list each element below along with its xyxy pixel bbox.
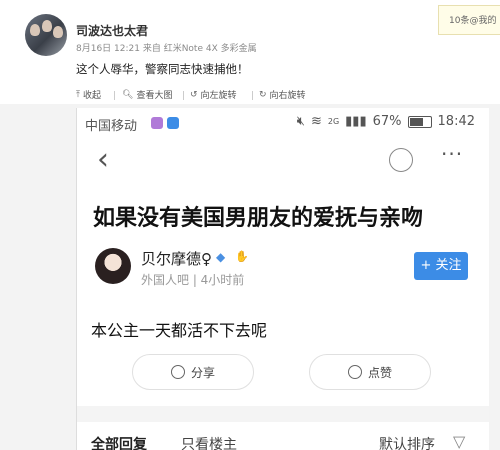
attached-screenshot[interactable]: 中国移动 🔇︎ ≋ 2G ▮▮▮ 67% 18:42 ‹ ··· 如果没有美国男… — [76, 108, 489, 450]
signal-icon: ▮▮▮ — [345, 114, 367, 129]
post-text: 这个人辱华，警察同志快速捕他！ — [76, 62, 249, 76]
mute-icon: 🔇︎ — [296, 114, 305, 129]
nav-bar: ‹ — [77, 138, 489, 182]
carrier-label: 中国移动 — [85, 119, 138, 134]
more-icon[interactable]: ··· — [441, 142, 463, 166]
rotate-right-label: 向右旋转 — [269, 91, 306, 101]
collapse-button[interactable]: ⤒ 收起 — [76, 88, 101, 102]
image-toolbar: ⤒ 收起 🔍︎ 查看大图 ↺ 向左旋转 ↻ 向右旋转 — [0, 84, 500, 104]
status-right: 🔇︎ ≋ 2G ▮▮▮ 67% 18:42 — [297, 114, 475, 129]
battery-icon — [407, 115, 432, 128]
hands-icon: ✋ — [235, 250, 249, 263]
thread-title: 如果没有美国男朋友的爱抚与亲吻 — [93, 206, 424, 231]
rotate-left-icon: ↺ — [190, 89, 198, 100]
collapse-icon: ⤒ — [76, 89, 80, 100]
follow-button[interactable]: + 关注 — [414, 252, 468, 280]
tab-owner-only[interactable]: 只看楼主 — [181, 434, 237, 450]
rotate-left-label: 向左旋转 — [200, 91, 237, 101]
poster-subtitle: 外国人吧 | 4小时前 — [141, 273, 245, 287]
app-icon — [151, 117, 163, 129]
battery-percent: 67% — [372, 114, 402, 129]
like-button[interactable]: 点赞 — [309, 354, 431, 390]
search-icon: 🔍︎ — [122, 89, 134, 100]
like-label: 点赞 — [367, 365, 392, 380]
filter-icon[interactable]: ▽ — [453, 432, 465, 450]
app-icon — [167, 117, 179, 129]
poster-name[interactable]: 贝尔摩德♀ — [141, 248, 212, 269]
comments-bar: 全部回复 只看楼主 默认排序 ▽ — [77, 422, 489, 450]
sort-dropdown[interactable]: 默认排序 — [379, 434, 435, 450]
rotate-right-button[interactable]: ↻ 向右旋转 — [259, 88, 306, 102]
weibo-post: 司波达也太君 8月16日 12:21 来自 红米Note 4X 多彩金属 这个人… — [0, 0, 500, 450]
wifi-icon: ≋ — [310, 114, 322, 129]
rotate-right-icon: ↻ — [259, 89, 267, 100]
author-avatar[interactable] — [25, 14, 67, 56]
share-button[interactable]: 分享 — [132, 354, 254, 390]
diamond-icon: ◆ — [216, 250, 226, 264]
notification-popup[interactable]: 10条@我的 — [438, 5, 500, 35]
phone-status-bar: 中国移动 🔇︎ ≋ 2G ▮▮▮ 67% 18:42 — [77, 108, 489, 138]
share-icon[interactable] — [389, 148, 413, 172]
divider — [77, 406, 489, 422]
share-label: 分享 — [190, 365, 215, 380]
like-icon — [347, 365, 362, 379]
view-large-label: 查看大图 — [136, 91, 173, 101]
author-name[interactable]: 司波达也太君 — [76, 22, 148, 39]
rotate-left-button[interactable]: ↺ 向左旋转 — [190, 88, 237, 102]
poster-avatar[interactable] — [95, 248, 131, 284]
tab-all-replies[interactable]: 全部回复 — [91, 434, 147, 450]
network-label: 2G — [327, 117, 340, 126]
back-chevron-icon[interactable]: ‹ — [97, 145, 109, 175]
post-meta: 8月16日 12:21 来自 红米Note 4X 多彩金属 — [76, 44, 257, 54]
collapse-label: 收起 — [82, 91, 101, 101]
view-large-button[interactable]: 🔍︎ 查看大图 — [122, 88, 173, 102]
clock: 18:42 — [437, 114, 475, 129]
post-body: 本公主一天都活不下去呢 — [91, 321, 268, 340]
share-icon — [170, 365, 185, 379]
